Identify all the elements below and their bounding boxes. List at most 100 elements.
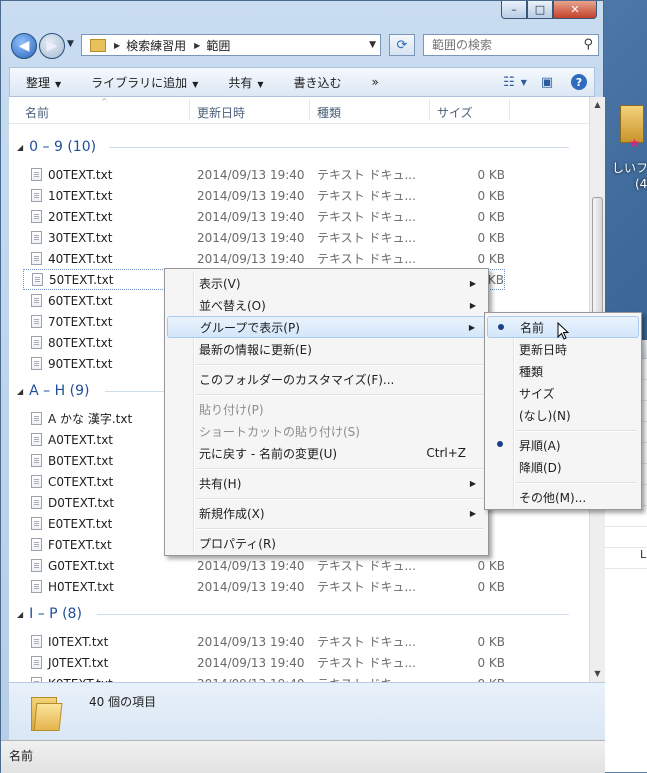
file-name: 20TEXT.txt xyxy=(48,209,113,224)
file-row[interactable]: 40TEXT.txt 2014/09/13 19:40 テキスト ドキュ... 0 K… xyxy=(23,248,505,269)
text-file-icon xyxy=(31,433,42,446)
file-name: H0TEXT.txt xyxy=(48,579,114,594)
group-label: A – H (9) xyxy=(29,383,90,399)
breadcrumb-item[interactable]: 検索練習用 xyxy=(126,37,186,54)
burn-button[interactable]: 書き込む xyxy=(278,74,356,91)
file-date: 2014/09/13 19:40 xyxy=(197,655,305,670)
scroll-down-icon[interactable]: ▼ xyxy=(590,666,605,682)
details-pane: 40 個の項目 xyxy=(9,682,605,741)
back-button[interactable]: ◀ xyxy=(11,33,37,59)
file-row[interactable]: G0TEXT.txt 2014/09/13 19:40 テキスト ドキュ... 0 K… xyxy=(23,555,505,576)
group-by-type[interactable]: 種類 xyxy=(487,360,639,382)
group-order-ascending[interactable]: 昇順(A) xyxy=(487,434,639,456)
group-by-size[interactable]: サイズ xyxy=(487,382,639,404)
text-file-icon xyxy=(31,189,42,202)
column-header-size[interactable]: サイズ xyxy=(437,104,473,121)
file-date: 2014/09/13 19:40 xyxy=(197,558,305,573)
file-size: 0 KB xyxy=(477,634,505,649)
text-file-icon xyxy=(31,496,42,509)
text-file-icon xyxy=(31,412,42,425)
arrow-left-icon: ◀ xyxy=(18,38,30,54)
undo-shortcut: Ctrl+Z xyxy=(426,446,466,460)
toolbar-right: ☷ ▼ ▣ ? xyxy=(503,71,590,93)
history-dropdown-icon[interactable]: ▼ xyxy=(67,39,74,49)
file-type: テキスト ドキュ... xyxy=(317,231,416,245)
file-row[interactable]: K0TEXT.txt2014/09/13 19:40テキスト ドキュ...0 K… xyxy=(23,673,505,682)
preview-pane-icon[interactable]: ▣ xyxy=(536,71,558,93)
help-button[interactable]: ? xyxy=(568,71,590,93)
group-header[interactable]: ◢ 0 – 9 (10) xyxy=(17,137,96,157)
refresh-button[interactable]: ⟳ xyxy=(389,34,415,56)
text-file-icon xyxy=(31,294,42,307)
file-row[interactable]: J0TEXT.txt 2014/09/13 19:40 テキスト ドキュ... 0 K… xyxy=(23,652,505,673)
group-by-more[interactable]: その他(M)... xyxy=(487,486,639,508)
file-row[interactable]: 00TEXT.txt 2014/09/13 19:40 テキスト ドキュ... 0 K… xyxy=(23,164,505,185)
organize-button[interactable]: 整理 ▼ xyxy=(10,74,75,91)
collapse-group-icon[interactable]: ◢ xyxy=(17,143,23,152)
chevron-down-icon: ▼ xyxy=(55,79,62,89)
file-row[interactable]: I0TEXT.txt 2014/09/13 19:40 テキスト ドキュ... 0 K… xyxy=(23,631,505,652)
file-size: 0 KB xyxy=(477,579,505,594)
file-row[interactable]: 20TEXT.txt 2014/09/13 19:40 テキスト ドキュ... 0 K… xyxy=(23,206,505,227)
group-header[interactable]: ◢ I – P (8) xyxy=(17,604,82,624)
file-date: 2014/09/13 19:40 xyxy=(197,167,305,182)
radio-selected-icon xyxy=(498,324,504,330)
file-size: 0 KB xyxy=(477,167,505,182)
file-name: 00TEXT.txt xyxy=(48,167,113,182)
breadcrumb-separator-icon[interactable]: ▶ xyxy=(194,41,200,50)
address-bar[interactable]: ▶ 検索練習用 ▶ 範囲 ▼ xyxy=(81,34,381,56)
file-row[interactable]: 10TEXT.txt 2014/09/13 19:40 テキスト ドキュ... 0 K… xyxy=(23,185,505,206)
file-row[interactable]: 30TEXT.txt 2014/09/13 19:40 テキスト ドキュ... 0 K… xyxy=(23,227,505,248)
breadcrumb-separator-icon[interactable]: ▶ xyxy=(114,41,120,50)
file-type: テキスト ドキュ... xyxy=(317,656,416,670)
help-icon: ? xyxy=(571,74,587,90)
file-type: テキスト ドキュ... xyxy=(317,168,416,182)
menu-item-share[interactable]: 共有(H) ▶ xyxy=(167,472,486,494)
collapse-group-icon[interactable]: ◢ xyxy=(17,610,23,619)
search-box[interactable]: ⚲ xyxy=(423,34,599,56)
text-file-icon xyxy=(32,273,43,286)
submenu-arrow-icon: ▶ xyxy=(469,278,476,288)
menu-item-undo[interactable]: 元に戻す - 名前の変更(U) Ctrl+Z xyxy=(167,442,486,464)
menu-item-properties[interactable]: プロパティ(R) xyxy=(167,532,486,554)
file-size: 0 KB xyxy=(477,655,505,670)
maximize-button[interactable]: □ xyxy=(527,1,553,19)
column-header-name[interactable]: 名前 xyxy=(25,104,49,121)
share-button[interactable]: 共有 ▼ xyxy=(212,74,277,91)
submenu-arrow-icon: ▶ xyxy=(468,322,475,332)
collapse-group-icon[interactable]: ◢ xyxy=(17,387,23,396)
group-by-none[interactable]: (なし)(N) xyxy=(487,404,639,426)
menu-item-new[interactable]: 新規作成(X) ▶ xyxy=(167,502,486,524)
menu-item-customize[interactable]: このフォルダーのカスタマイズ(F)... xyxy=(167,368,486,390)
menu-item-refresh[interactable]: 最新の情報に更新(E) xyxy=(167,338,486,360)
group-header[interactable]: ◢ A – H (9) xyxy=(17,381,89,401)
view-options-icon[interactable]: ☷ ▼ xyxy=(503,71,527,93)
minimize-button[interactable]: – xyxy=(501,1,527,19)
menu-item-group-by[interactable]: グループで表示(P) ▶ xyxy=(167,316,486,338)
add-to-library-button[interactable]: ライブラリに追加 ▼ xyxy=(75,74,212,91)
menu-item-sort[interactable]: 並べ替え(O) ▶ xyxy=(167,294,486,316)
file-type: テキスト ドキュ... xyxy=(317,580,416,594)
menu-item-view[interactable]: 表示(V) ▶ xyxy=(167,272,486,294)
column-header-type[interactable]: 種類 xyxy=(317,104,341,121)
scroll-up-icon[interactable]: ▲ xyxy=(590,97,605,113)
file-type: テキスト ドキュ... xyxy=(317,675,416,682)
desktop-star-icon: ★ xyxy=(629,136,640,150)
close-button[interactable]: ✕ xyxy=(553,1,597,19)
address-dropdown-icon[interactable]: ▼ xyxy=(369,40,376,50)
text-file-icon xyxy=(31,635,42,648)
desktop-folder-label[interactable]: しいフォ (4) xyxy=(612,160,647,192)
more-commands-button[interactable]: » xyxy=(356,75,393,89)
search-input[interactable] xyxy=(430,37,574,53)
breadcrumb-item-current[interactable]: 範囲 xyxy=(206,37,230,54)
text-file-icon xyxy=(31,357,42,370)
column-header-date[interactable]: 更新日時 xyxy=(197,104,245,121)
text-file-icon xyxy=(31,315,42,328)
forward-button[interactable]: ▶ xyxy=(39,33,65,59)
file-row[interactable]: H0TEXT.txt 2014/09/13 19:40 テキスト ドキュ... 0 K… xyxy=(23,576,505,597)
group-order-descending[interactable]: 降順(D) xyxy=(487,456,639,478)
search-icon[interactable]: ⚲ xyxy=(583,37,593,52)
column-header-row: ^ 名前 更新日時 種類 サイズ xyxy=(9,97,589,124)
chevron-down-icon: ▼ xyxy=(192,79,199,89)
file-size: 0 KB xyxy=(477,230,505,245)
